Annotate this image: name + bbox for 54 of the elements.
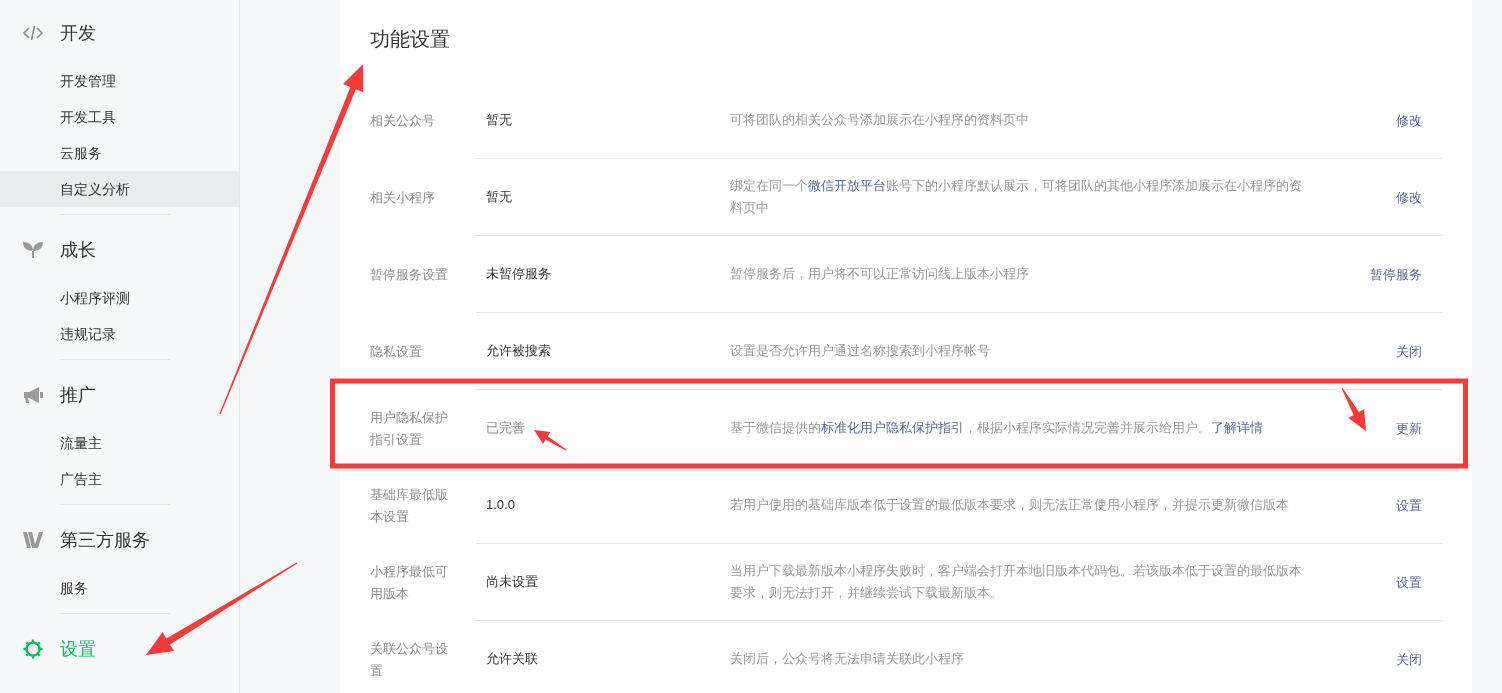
setting-description: 暂停服务后，用户将不可以正常访问线上版本小程序 [730, 265, 1030, 283]
action-link[interactable]: 关闭 [1396, 652, 1422, 667]
sidebar-item[interactable]: 开发工具 [0, 99, 239, 135]
action-link[interactable]: 更新 [1396, 421, 1422, 436]
setting-label: 基础库最低版本设置 [370, 485, 449, 526]
megaphone-icon [22, 384, 44, 406]
setting-value: 未暂停服务 [486, 266, 551, 282]
setting-label: 用户隐私保护指引设置 [370, 408, 449, 449]
setting-description: 关闭后，公众号将无法申请关联此小程序 [730, 650, 965, 668]
setting-value: 暂无 [486, 189, 512, 205]
setting-value: 允许被搜索 [486, 343, 551, 359]
setting-label: 关联公众号设置 [370, 639, 449, 680]
action-link[interactable]: 设置 [1396, 498, 1422, 513]
sidebar-section-title[interactable]: 第三方服务 [60, 526, 150, 554]
setting-description: 若用户使用的基础库版本低于设置的最低版本要求，则无法正常使用小程序，并提示更新微信版本 [730, 496, 1290, 514]
action-link[interactable]: 暂停服务 [1370, 267, 1422, 282]
setting-value: 允许关联 [486, 651, 538, 667]
setting-label: 相关小程序 [370, 188, 435, 207]
sidebar-item[interactable]: 违规记录 [0, 316, 239, 352]
sidebar-section-title[interactable]: 开发 [60, 19, 96, 47]
settings-icon [22, 638, 44, 660]
action-link[interactable]: 修改 [1396, 190, 1422, 205]
sidebar-item[interactable]: 开发管理 [0, 63, 239, 99]
setting-value: 尚未设置 [486, 574, 538, 590]
description-link[interactable]: 标准化用户隐私保护指引 [821, 420, 964, 435]
setting-value: 1.0.0 [486, 497, 515, 513]
setting-label: 暂停服务设置 [370, 265, 448, 284]
sidebar-item[interactable]: 自定义分析 [0, 171, 239, 207]
sidebar-item[interactable]: 云服务 [0, 135, 239, 171]
annotation-arrow [534, 430, 567, 451]
sprout-icon [22, 241, 44, 259]
action-link[interactable]: 关闭 [1396, 344, 1422, 359]
action-link[interactable]: 修改 [1396, 113, 1422, 128]
sidebar-item[interactable]: 服务 [0, 570, 239, 606]
description-link[interactable]: 微信开放平台 [808, 178, 886, 193]
action-link[interactable]: 设置 [1396, 575, 1422, 590]
setting-description: 可将团队的相关公众号添加展示在小程序的资料页中 [730, 111, 1030, 129]
sidebar-section-title[interactable]: 推广 [60, 381, 96, 409]
sidebar-item[interactable]: 小程序评测 [0, 280, 239, 316]
sidebar-item[interactable]: 流量主 [0, 425, 239, 461]
setting-value: 暂无 [486, 112, 512, 128]
setting-label: 相关公众号 [370, 111, 435, 130]
setting-value: 已完善 [486, 420, 525, 436]
setting-label: 隐私设置 [370, 342, 422, 361]
annotation-arrow [1341, 387, 1366, 431]
sidebar-item[interactable]: 广告主 [0, 461, 239, 497]
setting-description: 设置是否允许用户通过名称搜索到小程序帐号 [730, 342, 991, 360]
setting-label: 小程序最低可用版本 [370, 562, 449, 603]
setting-description: 基于微信提供的标准化用户隐私保护指引，根据小程序实际情况完善并展示给用户。了解详情 [730, 419, 1264, 437]
setting-description: 当用户下载最新版本小程序失败时，客户端会打开本地旧版本代码包。若该版本低于设置的最低版本要求，则无法打开，并继续尝试下载最新版本。 [730, 562, 1303, 602]
double-v-icon [22, 529, 44, 551]
description-link[interactable]: 了解详情 [1211, 420, 1263, 435]
sidebar-section-title[interactable]: 成长 [60, 236, 96, 264]
page-title: 功能设置 [370, 27, 451, 51]
